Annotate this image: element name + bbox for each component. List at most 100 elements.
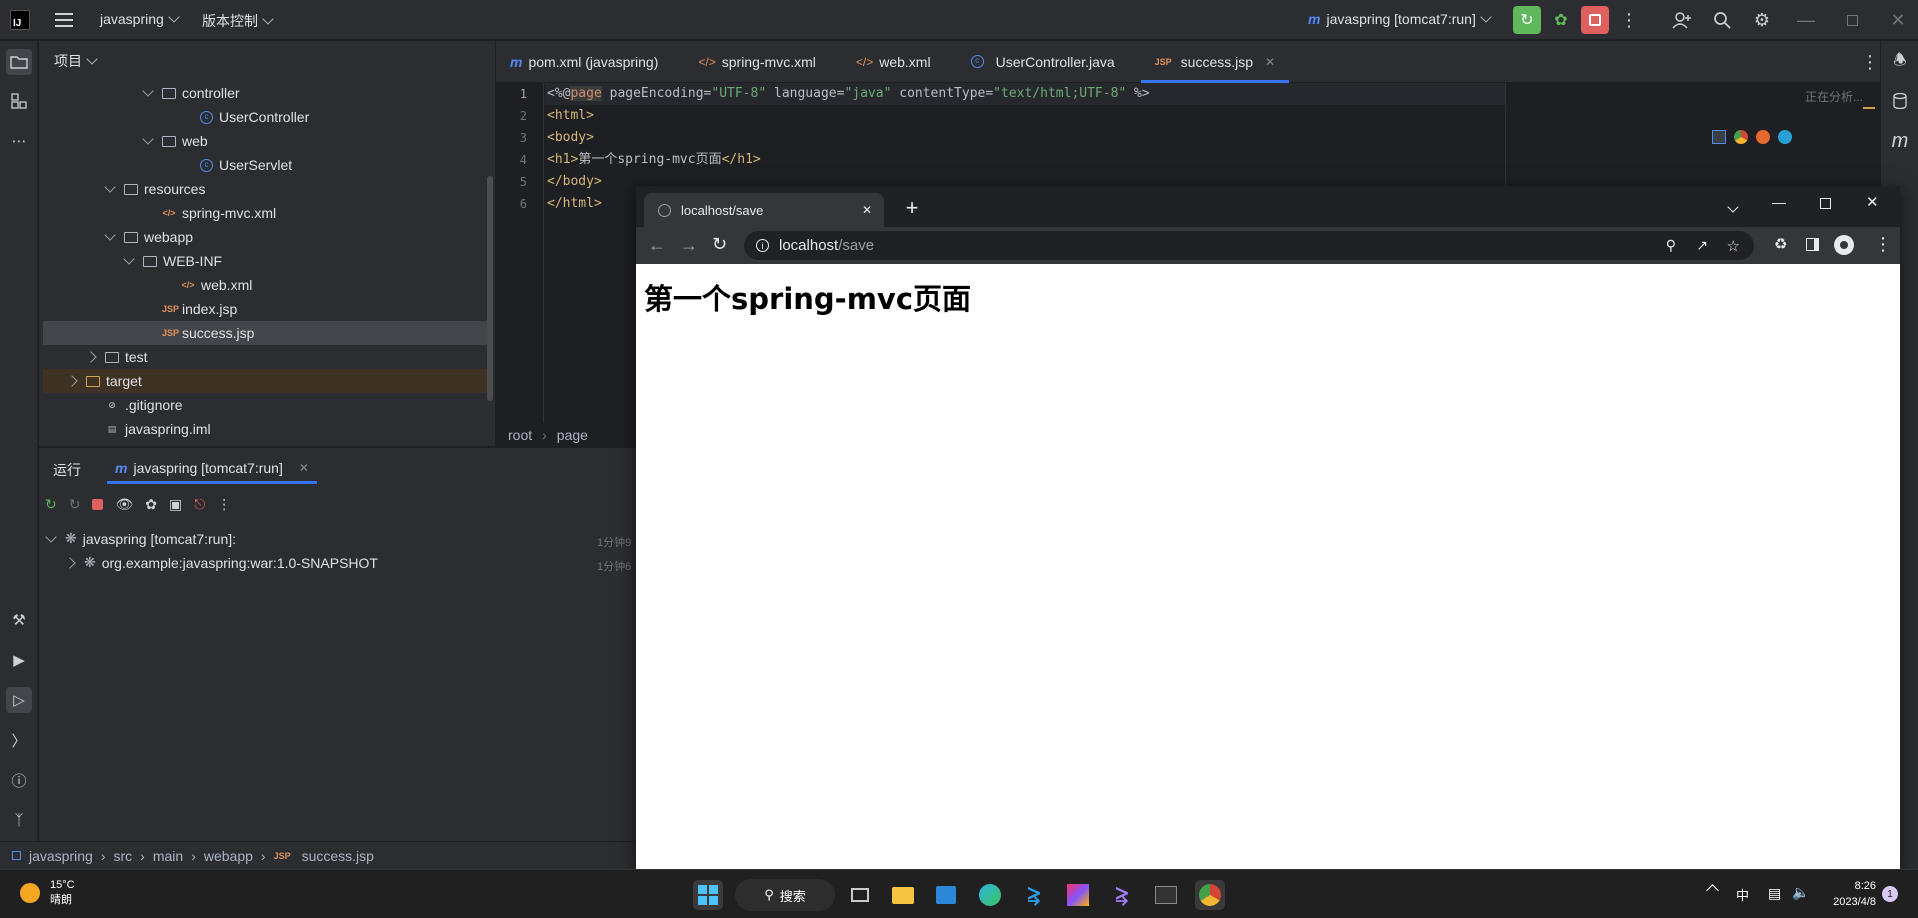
tree-item[interactable]: </> web.xml bbox=[43, 273, 487, 297]
eye-icon[interactable]: 👁 bbox=[115, 496, 133, 513]
store-icon[interactable] bbox=[931, 880, 961, 910]
weather-widget[interactable]: 15°C 晴朗 bbox=[20, 878, 75, 908]
tree-item[interactable]: c UserServlet bbox=[43, 153, 487, 177]
rerun-failed-icon[interactable]: ↻ bbox=[69, 496, 81, 513]
run-config-selector[interactable]: m javaspring [tomcat7:run] bbox=[1308, 11, 1492, 27]
tree-item[interactable]: ▤ javaspring.iml bbox=[43, 417, 487, 441]
tab-web-xml[interactable]: </> web.xml bbox=[842, 41, 945, 83]
address-bar[interactable]: i localhost/save ⚲ ↗ ☆ bbox=[744, 231, 1754, 260]
terminal-icon[interactable]: 〉 bbox=[6, 727, 32, 753]
browser-tab[interactable]: localhost/save ✕ bbox=[644, 193, 884, 227]
run-tool-icon[interactable]: ▷ bbox=[6, 687, 32, 713]
more-vertical-icon[interactable]: ⋮ bbox=[217, 496, 231, 513]
run-tree-item[interactable]: ❋ javaspring [tomcat7:run]: bbox=[45, 530, 236, 547]
camera-icon[interactable]: ▣ bbox=[169, 496, 182, 513]
start-windows-icon[interactable] bbox=[693, 880, 723, 910]
status-path-item[interactable]: main bbox=[153, 848, 183, 864]
tray-chevron-icon[interactable] bbox=[1706, 884, 1719, 897]
tree-item[interactable]: c UserController bbox=[43, 105, 487, 129]
project-selector[interactable]: javaspring bbox=[100, 11, 180, 27]
tab-success-jsp[interactable]: JSP success.jsp ✕ bbox=[1140, 41, 1290, 83]
profile-avatar[interactable] bbox=[1834, 235, 1854, 255]
tab-search-icon[interactable] bbox=[1727, 198, 1739, 216]
code-line-6[interactable]: </html> bbox=[547, 193, 602, 215]
tree-scrollbar[interactable] bbox=[487, 176, 493, 401]
bookmark-star-icon[interactable]: ☆ bbox=[1727, 237, 1740, 255]
build-hammer-icon[interactable]: ⚒ bbox=[6, 607, 32, 633]
rerun-icon[interactable]: ↻ bbox=[45, 496, 57, 513]
code-line-5[interactable]: </body> bbox=[547, 171, 602, 193]
back-icon[interactable]: ← bbox=[648, 235, 666, 256]
debug-icon[interactable]: ✿ bbox=[1547, 6, 1575, 34]
close-tab-icon[interactable]: ✕ bbox=[862, 203, 872, 217]
structure-icon[interactable] bbox=[6, 88, 32, 114]
volume-icon[interactable]: 🔈 bbox=[1792, 884, 1809, 901]
more-horizontal-icon[interactable]: ⋯ bbox=[6, 128, 32, 154]
git-branch-icon[interactable]: ᛉ bbox=[6, 807, 32, 833]
tree-item[interactable]: controller bbox=[43, 81, 487, 105]
status-path-item[interactable]: webapp bbox=[204, 848, 253, 864]
taskbar-search[interactable]: ⚲ 搜索 bbox=[735, 879, 835, 911]
close-tab-icon[interactable]: ✕ bbox=[299, 461, 309, 475]
problems-icon[interactable]: ⓘ bbox=[6, 767, 32, 793]
tree-item[interactable]: JSP success.jsp bbox=[43, 321, 487, 345]
more-vertical-icon[interactable]: ⋮ bbox=[1615, 6, 1643, 34]
close-tab-icon[interactable]: ✕ bbox=[1265, 55, 1275, 69]
task-view-icon[interactable] bbox=[845, 880, 875, 910]
extensions-icon[interactable]: ♻ bbox=[1774, 235, 1787, 253]
visual-studio-icon[interactable]: ⥸ bbox=[1107, 880, 1137, 910]
run-tree-item[interactable]: ❋ org.example:javaspring:war:1.0-SNAPSHO… bbox=[64, 554, 378, 571]
intellij-icon[interactable] bbox=[1063, 880, 1093, 910]
run-tab[interactable]: m javaspring [tomcat7:run] ✕ bbox=[107, 454, 317, 484]
chrome-icon[interactable] bbox=[1195, 880, 1225, 910]
chrome-preview-icon[interactable] bbox=[1734, 130, 1748, 144]
tree-item[interactable]: test bbox=[43, 345, 487, 369]
tab-pom-xml[interactable]: m pom.xml (javaspring) bbox=[496, 41, 672, 83]
maven-tool-icon[interactable]: m bbox=[1887, 128, 1913, 154]
project-panel-header[interactable]: 项目 bbox=[39, 41, 495, 81]
exit-icon[interactable]: ⎋ bbox=[194, 496, 205, 513]
gear-icon[interactable]: ⚙ bbox=[1748, 6, 1776, 34]
zoom-icon[interactable]: ⚲ bbox=[1666, 237, 1676, 254]
tree-item[interactable]: webapp bbox=[43, 225, 487, 249]
new-tab-button[interactable]: + bbox=[898, 194, 926, 222]
reload-icon[interactable]: ↻ bbox=[712, 234, 727, 255]
status-path-item[interactable]: src bbox=[114, 848, 133, 864]
breadcrumb-item[interactable]: page bbox=[557, 427, 588, 443]
services-icon[interactable]: ▶ bbox=[6, 647, 32, 673]
forward-icon[interactable]: → bbox=[680, 235, 698, 256]
info-icon[interactable]: i bbox=[756, 239, 769, 252]
network-icon[interactable]: ▤ bbox=[1768, 885, 1781, 902]
tree-item[interactable]: ⊘ .gitignore bbox=[43, 393, 487, 417]
rerun-button[interactable]: ↻ bbox=[1513, 6, 1541, 34]
tree-item[interactable]: web bbox=[43, 129, 487, 153]
intellij-preview-icon[interactable] bbox=[1712, 130, 1726, 144]
edge-icon[interactable] bbox=[975, 880, 1005, 910]
side-panel-icon[interactable] bbox=[1806, 238, 1819, 251]
edge-preview-icon[interactable] bbox=[1778, 130, 1792, 144]
terminal-app-icon[interactable] bbox=[1151, 880, 1181, 910]
tree-item[interactable]: WEB-INF bbox=[43, 249, 487, 273]
ime-indicator[interactable]: 中 bbox=[1736, 885, 1749, 904]
stop-button[interactable] bbox=[1581, 6, 1609, 34]
project-folder-icon[interactable] bbox=[6, 49, 32, 75]
share-icon[interactable]: ↗ bbox=[1696, 237, 1708, 254]
maximize-icon[interactable] bbox=[1820, 198, 1831, 209]
more-vertical-icon[interactable]: ⋮ bbox=[1874, 234, 1892, 255]
vcs-menu[interactable]: 版本控制 bbox=[202, 11, 274, 31]
clock[interactable]: 8:26 2023/4/8 bbox=[1826, 878, 1876, 910]
status-path-item[interactable]: success.jsp bbox=[302, 848, 374, 864]
database-icon[interactable] bbox=[1887, 88, 1913, 114]
notification-badge[interactable]: 1 bbox=[1882, 886, 1898, 902]
status-path-item[interactable]: javaspring bbox=[29, 848, 93, 864]
code-line-1[interactable]: <%@page pageEncoding="UTF-8" language="j… bbox=[547, 83, 1150, 105]
breadcrumb-item[interactable]: root bbox=[508, 427, 532, 443]
search-icon[interactable] bbox=[1708, 6, 1736, 34]
vscode-icon[interactable]: ⥸ bbox=[1019, 880, 1049, 910]
file-explorer-icon[interactable] bbox=[888, 880, 918, 910]
tree-item[interactable]: JSP index.jsp bbox=[43, 297, 487, 321]
code-line-3[interactable]: <body> bbox=[547, 127, 594, 149]
more-vertical-icon[interactable]: ⋮ bbox=[1856, 48, 1884, 76]
close-window-icon[interactable]: ✕ bbox=[1884, 6, 1912, 34]
firefox-preview-icon[interactable] bbox=[1756, 130, 1770, 144]
